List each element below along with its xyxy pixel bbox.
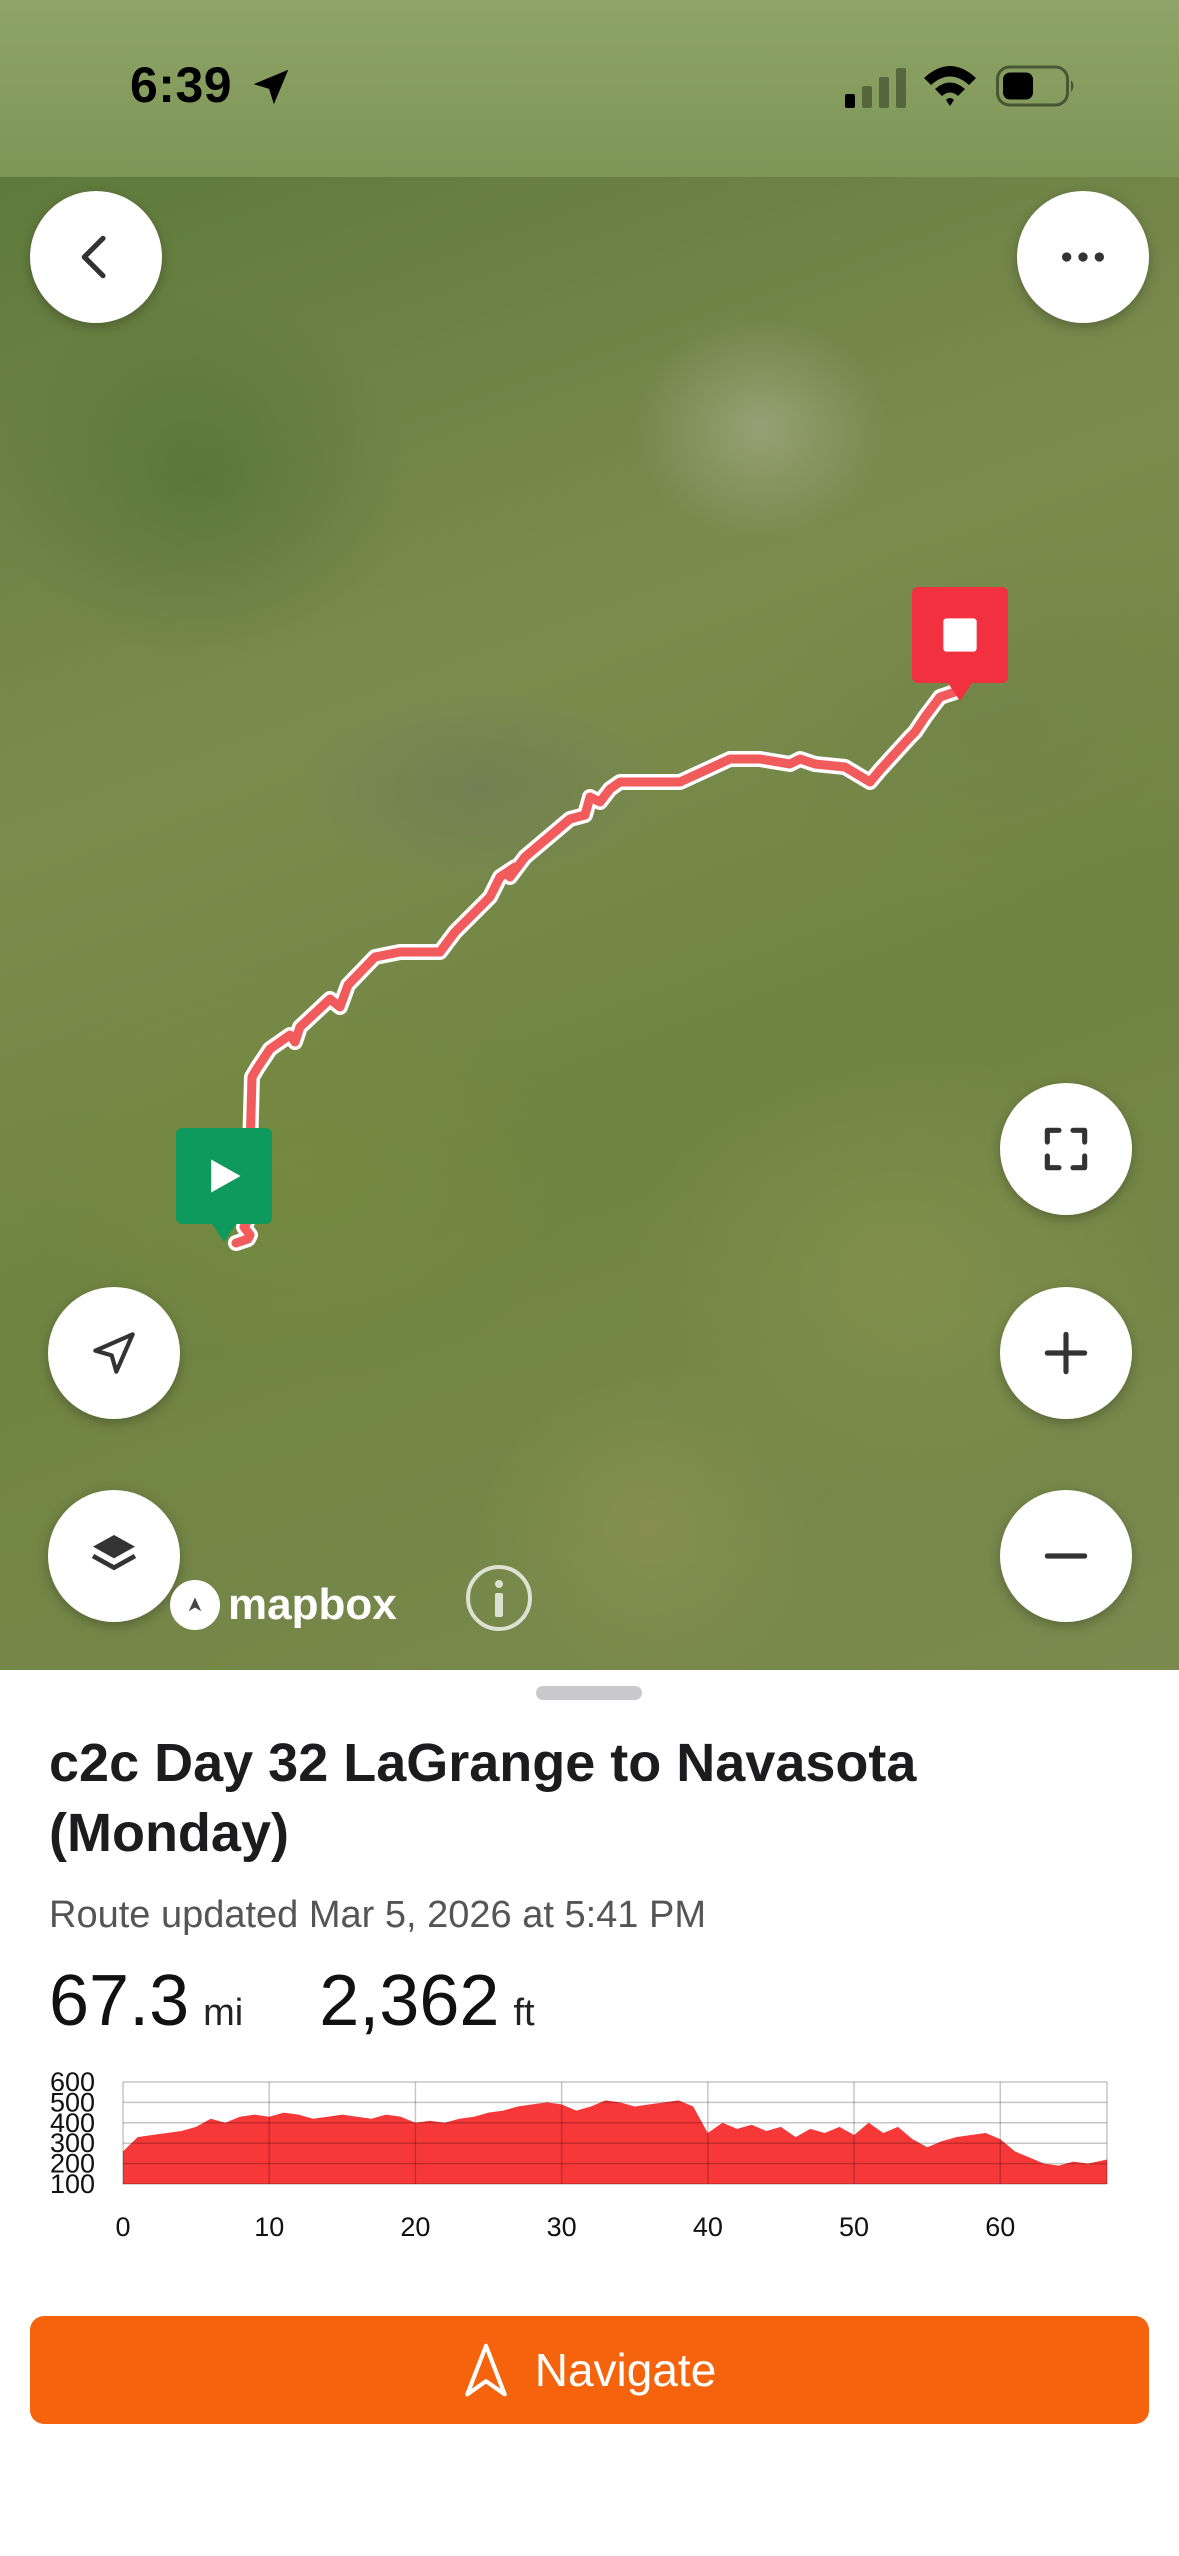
battery-icon [996, 65, 1074, 107]
mapbox-attribution: mapbox [228, 1580, 397, 1629]
play-icon [211, 1159, 241, 1193]
route-start-marker[interactable] [176, 1128, 272, 1242]
x-tick-label: 20 [400, 2212, 430, 2242]
fullscreen-icon [1044, 1127, 1088, 1171]
x-tick-label: 0 [115, 2212, 130, 2242]
x-tick-label: 40 [693, 2212, 723, 2242]
ellipsis-icon [1062, 252, 1104, 262]
stop-icon [943, 618, 977, 652]
x-tick-label: 10 [254, 2212, 284, 2242]
status-time: 6:39 [130, 57, 233, 113]
route-title: c2c Day 32 LaGrange to Navasota (Monday) [49, 1733, 917, 1863]
fullscreen-button[interactable] [1000, 1083, 1132, 1215]
more-options-button[interactable] [1017, 191, 1149, 323]
back-button[interactable] [30, 191, 162, 323]
distance-unit: mi [203, 1992, 244, 2034]
elevation-area [123, 2100, 1107, 2184]
wifi-icon [924, 66, 976, 106]
elevation-gain-unit: ft [513, 1992, 535, 2034]
navigation-arrow-icon [464, 2343, 507, 2397]
layers-icon [91, 1535, 137, 1570]
status-bar: 6:39 [0, 0, 1179, 177]
info-icon[interactable] [464, 1563, 534, 1633]
navigate-button-label: Navigate [534, 2344, 717, 2396]
zoom-out-button[interactable] [1000, 1490, 1132, 1622]
plus-icon [1044, 1331, 1088, 1375]
x-tick-label: 60 [985, 2212, 1015, 2242]
zoom-in-button[interactable] [1000, 1287, 1132, 1419]
route-updated-text: Route updated Mar 5, 2026 at 5:41 PM [49, 1894, 706, 1936]
sheet-drag-handle[interactable] [536, 1686, 642, 1700]
cellular-signal-icon [845, 68, 906, 108]
map-view[interactable]: mapbox [0, 177, 1179, 1670]
elevation-profile-chart[interactable]: 1002003004005006000 10 20 30 40 50 60 [0, 2042, 1179, 2242]
route-line [228, 669, 968, 1251]
x-tick-label: 30 [547, 2212, 577, 2242]
map-layers-button[interactable] [48, 1490, 180, 1622]
navigate-button[interactable]: Navigate [30, 2316, 1149, 2424]
y-tick-label: 600 [50, 2067, 95, 2097]
minus-icon [1044, 1553, 1088, 1559]
route-stats: 67.3 mi 2,362 ft [49, 1960, 535, 2042]
locate-me-button[interactable] [48, 1287, 180, 1419]
chevron-left-icon [81, 235, 106, 279]
mapbox-logo-icon [170, 1580, 220, 1630]
location-services-icon [253, 69, 289, 105]
route-details-sheet: c2c Day 32 LaGrange to Navasota (Monday)… [0, 1670, 1179, 2556]
x-tick-label: 50 [839, 2212, 869, 2242]
mapbox-logo: mapbox [170, 1580, 397, 1630]
elevation-gain-value: 2,362 [319, 1961, 500, 2041]
location-arrow-icon [93, 1332, 135, 1374]
distance-value: 67.3 [49, 1961, 190, 2041]
route-end-marker[interactable] [912, 587, 1008, 701]
